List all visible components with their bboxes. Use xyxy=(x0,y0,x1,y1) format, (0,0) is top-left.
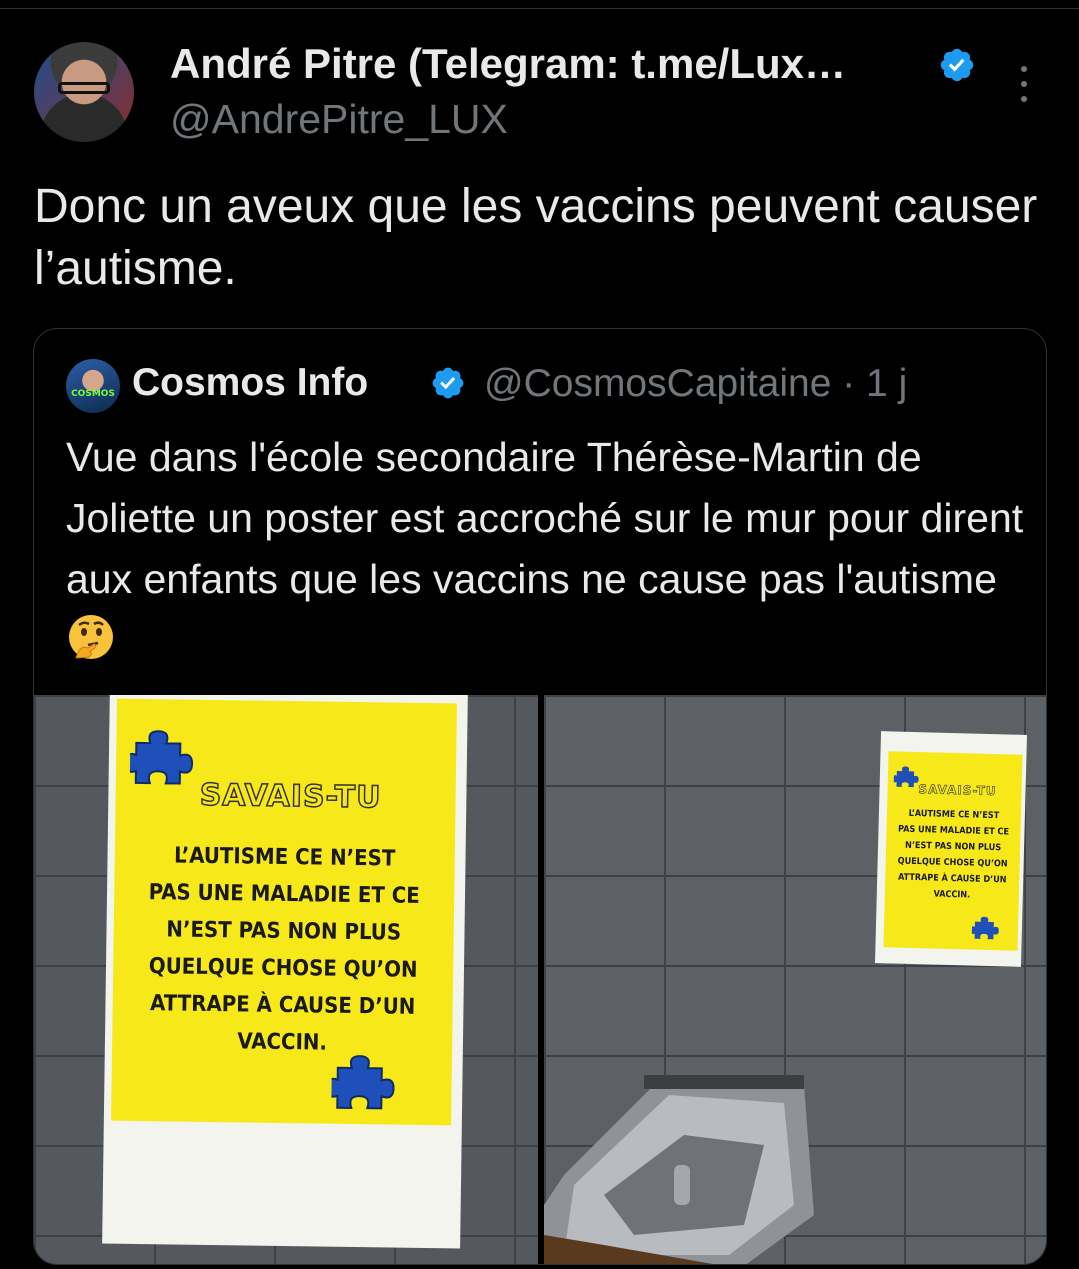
quoted-text-body: Vue dans l'école secondaire Thérèse-Mart… xyxy=(66,434,1024,602)
quoted-author-handle-time[interactable]: @CosmosCapitaine · 1 j xyxy=(484,362,907,406)
poster-text: L’AUTISME CE N’EST PAS UNE MALADIE ET CE… xyxy=(112,837,455,1064)
photo-1[interactable]: SAVAIS-TU L’AUTISME CE N’EST PAS UNE MAL… xyxy=(34,695,538,1264)
avatar-logo-text: COSMOS xyxy=(71,389,115,399)
puzzle-piece-icon xyxy=(331,1055,395,1110)
more-options-icon[interactable] xyxy=(1016,66,1032,102)
poster-line: QUELQUE CHOSE QU’ON xyxy=(148,954,418,983)
tweet-text: Donc un aveux que les vaccins peuvent ca… xyxy=(34,180,1038,295)
poster-line: PAS UNE MALADIE ET CE xyxy=(148,880,420,909)
top-divider xyxy=(0,8,1079,9)
quoted-tweet[interactable]: COSMOS Cosmos Info @CosmosCapitaine · 1 … xyxy=(33,328,1047,1265)
quoted-media[interactable]: SAVAIS-TU L’AUTISME CE N’EST PAS UNE MAL… xyxy=(34,695,1046,1264)
quoted-author-avatar[interactable]: COSMOS xyxy=(66,359,120,413)
thinking-face-icon xyxy=(69,615,113,659)
poster-title: SAVAIS-TU xyxy=(199,777,383,816)
poster-2: SAVAIS-TU L’AUTISME CE N’EST PAS UNE MAL… xyxy=(883,751,1023,951)
poster-line: VACCIN. xyxy=(237,1029,328,1056)
quoted-author-name[interactable]: Cosmos Info xyxy=(132,361,368,405)
drinking-fountain xyxy=(544,1075,814,1264)
poster-line: ATTRAPE À CAUSE D’UN xyxy=(149,991,416,1020)
poster-line: N’EST PAS NON PLUS xyxy=(166,917,402,946)
verified-badge-icon xyxy=(940,48,974,82)
poster-title: SAVAIS-TU xyxy=(918,782,997,799)
photo-2[interactable]: SAVAIS-TU L’AUTISME CE N’EST PAS UNE MAL… xyxy=(544,695,1046,1264)
quoted-tweet-text: Vue dans l'école secondaire Thérèse-Mart… xyxy=(66,427,1026,671)
author-avatar[interactable] xyxy=(34,42,134,142)
poster-1: SAVAIS-TU L’AUTISME CE N’EST PAS UNE MAL… xyxy=(111,698,457,1126)
poster-line: L’AUTISME CE N’EST xyxy=(173,843,396,872)
avatar-glasses xyxy=(58,82,110,94)
verified-badge-icon xyxy=(432,367,464,399)
author-name[interactable]: André Pitre (Telegram: t.me/Lux… xyxy=(170,40,846,88)
author-handle[interactable]: @AndrePitre_LUX xyxy=(170,96,508,143)
poster-text: L’AUTISME CE N’EST PAS UNE MALADIE ET CE… xyxy=(885,805,1021,904)
puzzle-piece-icon xyxy=(971,916,999,940)
